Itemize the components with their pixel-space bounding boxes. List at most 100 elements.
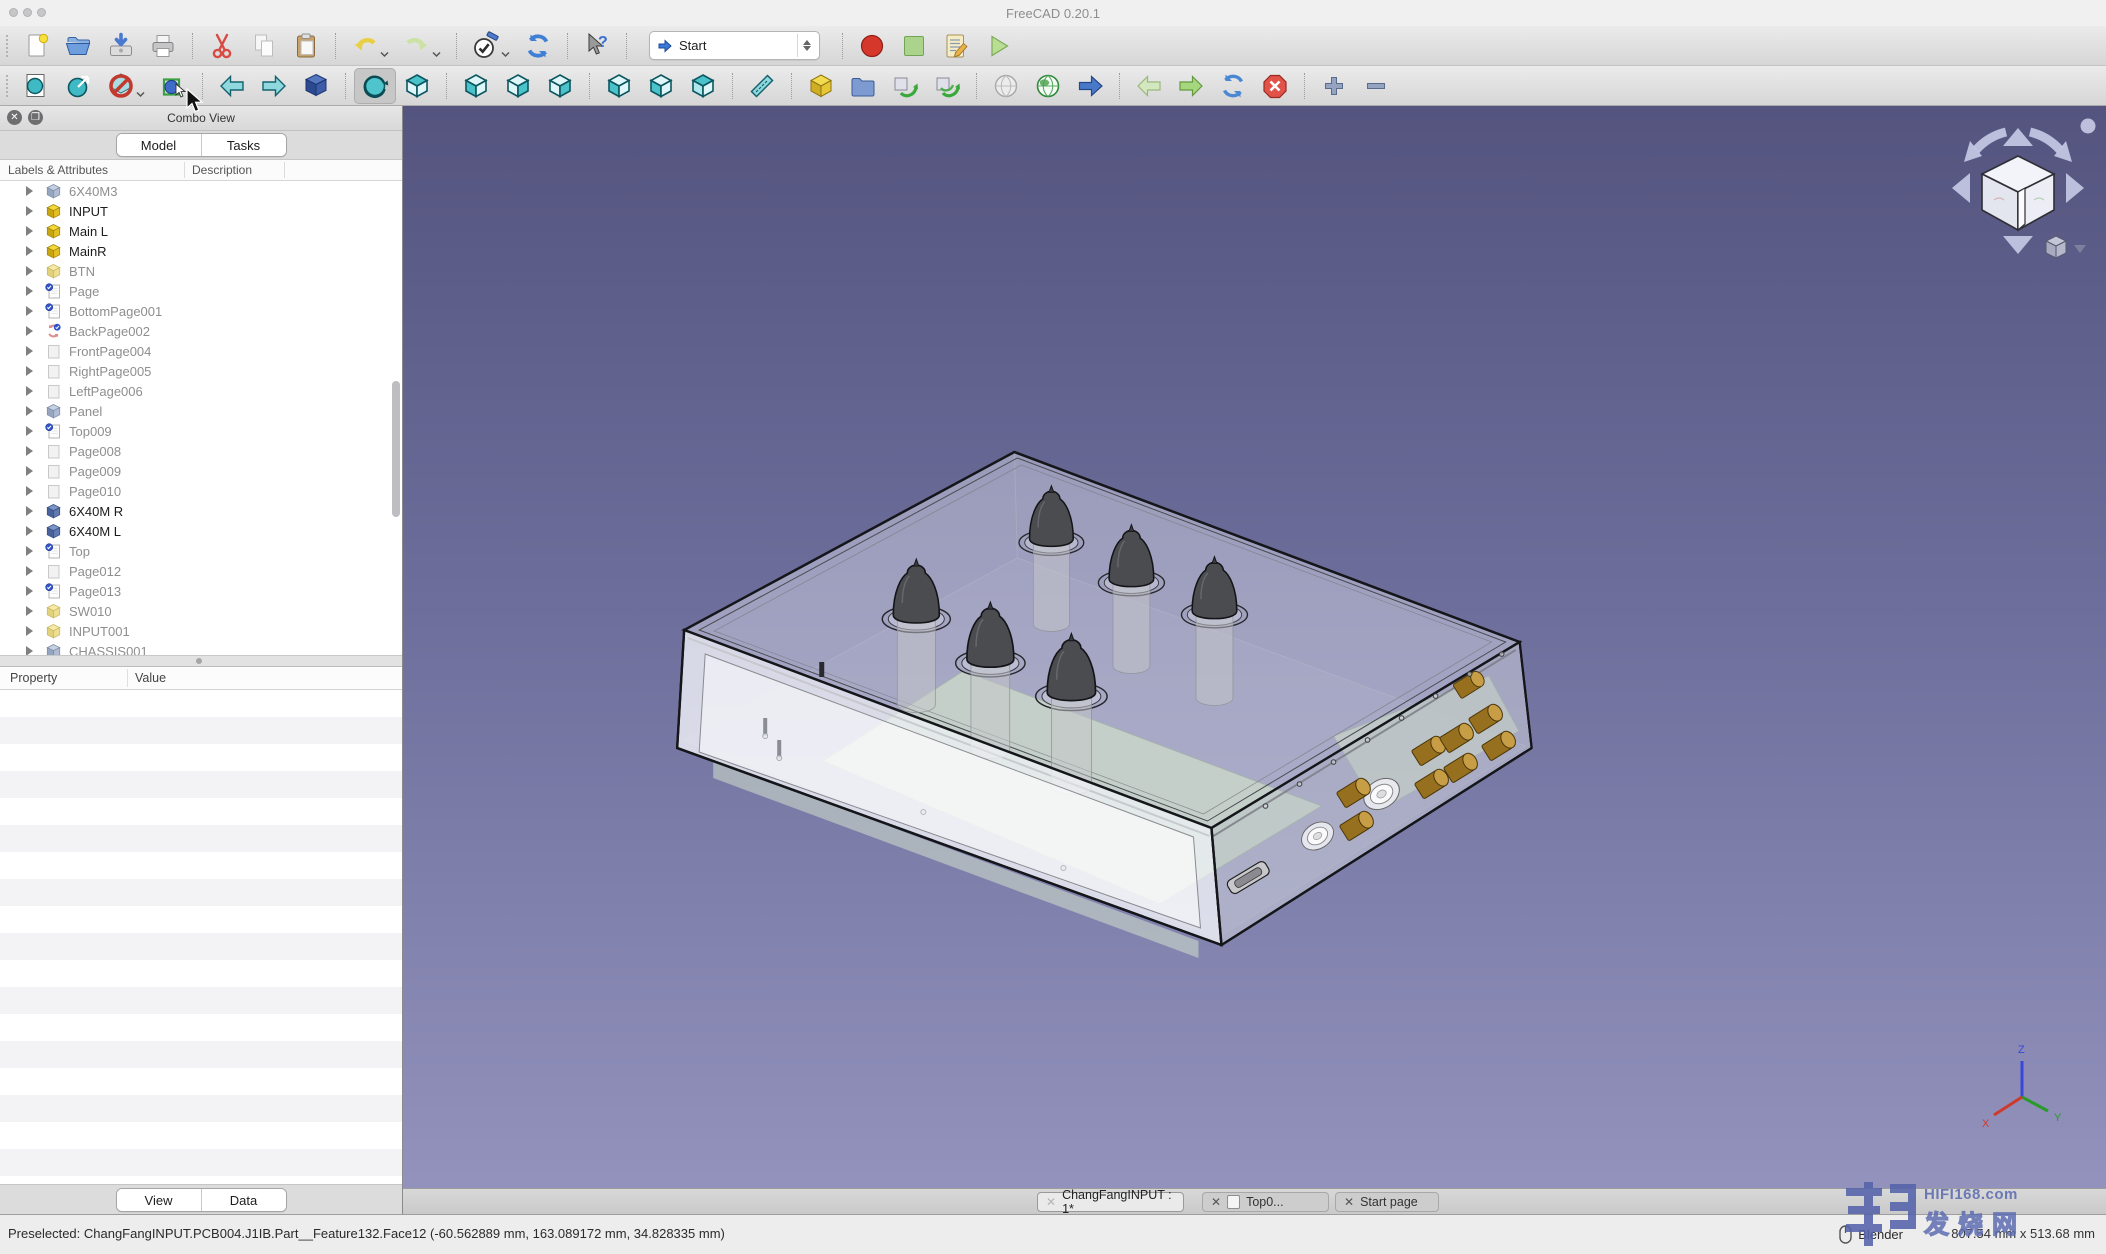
expand-arrow-icon[interactable]	[26, 606, 38, 616]
tab-model[interactable]: Model	[117, 134, 201, 156]
group-folder-icon[interactable]	[842, 68, 884, 104]
expand-arrow-icon[interactable]	[26, 366, 38, 376]
expand-arrow-icon[interactable]	[26, 206, 38, 216]
expand-arrow-icon[interactable]	[26, 486, 38, 496]
tree-item-btn[interactable]: BTN	[0, 261, 402, 281]
measure-icon[interactable]	[741, 68, 783, 104]
expand-arrow-icon[interactable]	[26, 266, 38, 276]
expand-arrow-icon[interactable]	[26, 446, 38, 456]
cut-icon[interactable]	[201, 28, 243, 64]
tab-tasks[interactable]: Tasks	[201, 134, 286, 156]
tree-item-mainr[interactable]: MainR	[0, 241, 402, 261]
expand-arrow-icon[interactable]	[26, 566, 38, 576]
macro-record-icon[interactable]	[851, 28, 893, 64]
tree-item-input001[interactable]: INPUT001	[0, 621, 402, 641]
undo-icon[interactable]	[344, 28, 386, 64]
expand-arrow-icon[interactable]	[26, 326, 38, 336]
expand-arrow-icon[interactable]	[26, 626, 38, 636]
tree-item-chassis001[interactable]: CHASSIS001	[0, 641, 402, 655]
tree-item-leftpage006[interactable]: LeftPage006	[0, 381, 402, 401]
combo-stepper-icon[interactable]	[797, 34, 815, 57]
tree-item-6x40m-r[interactable]: 6X40M R	[0, 501, 402, 521]
globe-dim-icon[interactable]	[985, 68, 1027, 104]
forward-green-icon[interactable]	[1170, 68, 1212, 104]
tree-item-page012[interactable]: Page012	[0, 561, 402, 581]
view-right-icon[interactable]	[497, 68, 539, 104]
expand-arrow-icon[interactable]	[26, 586, 38, 596]
tree-item-top[interactable]: Top	[0, 541, 402, 561]
fit-all-icon[interactable]	[16, 68, 58, 104]
expand-arrow-icon[interactable]	[26, 526, 38, 536]
validate-icon[interactable]	[465, 28, 507, 64]
macro-play-icon[interactable]	[977, 28, 1019, 64]
redo-icon[interactable]	[396, 28, 438, 64]
view-left-icon[interactable]	[640, 68, 682, 104]
tree-item-sw010[interactable]: SW010	[0, 601, 402, 621]
link-double-icon[interactable]	[926, 68, 968, 104]
tree-scrollbar-thumb[interactable]	[392, 381, 400, 517]
navigation-cube[interactable]	[1938, 114, 2098, 274]
tab-data[interactable]: Data	[201, 1189, 286, 1211]
tab-view[interactable]: View	[117, 1189, 201, 1211]
view-bottom-icon[interactable]	[598, 68, 640, 104]
tree-item-page010[interactable]: Page010	[0, 481, 402, 501]
expand-arrow-icon[interactable]	[26, 546, 38, 556]
tree-item-bottompage001[interactable]: BottomPage001	[0, 301, 402, 321]
tree-item-main-l[interactable]: Main L	[0, 221, 402, 241]
document-tab-2[interactable]: ✕Top0...	[1202, 1192, 1329, 1212]
macro-edit-icon[interactable]	[935, 28, 977, 64]
tree-item-page008[interactable]: Page008	[0, 441, 402, 461]
tree-item-frontpage004[interactable]: FrontPage004	[0, 341, 402, 361]
back-dim-icon[interactable]	[1128, 68, 1170, 104]
copy-icon[interactable]	[243, 28, 285, 64]
whatsthis-icon[interactable]: ?	[576, 28, 618, 64]
paste-icon[interactable]	[285, 28, 327, 64]
tree-item-top009[interactable]: Top009	[0, 421, 402, 441]
refresh-icon[interactable]	[517, 28, 559, 64]
view-rear-icon[interactable]	[539, 68, 581, 104]
expand-arrow-icon[interactable]	[26, 426, 38, 436]
close-tab-icon[interactable]: ✕	[1046, 1196, 1056, 1208]
expand-arrow-icon[interactable]	[26, 226, 38, 236]
part-box-icon[interactable]	[800, 68, 842, 104]
new-document-icon[interactable]	[16, 28, 58, 64]
rotate-view-icon[interactable]	[354, 68, 396, 104]
cube-iso-icon[interactable]	[295, 68, 337, 104]
open-folder-icon[interactable]	[58, 28, 100, 64]
tree-item-page009[interactable]: Page009	[0, 461, 402, 481]
close-tab-icon[interactable]: ✕	[1211, 1196, 1221, 1208]
arrow-blue-icon[interactable]	[1069, 68, 1111, 104]
expand-arrow-icon[interactable]	[26, 646, 38, 655]
expand-arrow-icon[interactable]	[26, 306, 38, 316]
expand-arrow-icon[interactable]	[26, 386, 38, 396]
link-icon[interactable]	[884, 68, 926, 104]
expand-arrow-icon[interactable]	[26, 186, 38, 196]
tree-item-panel[interactable]: Panel	[0, 401, 402, 421]
nav-right-icon[interactable]	[253, 68, 295, 104]
tree-item-backpage002[interactable]: BackPage002	[0, 321, 402, 341]
tree-item-page[interactable]: Page	[0, 281, 402, 301]
tree-item-input[interactable]: INPUT	[0, 201, 402, 221]
stop-load-icon[interactable]	[1254, 68, 1296, 104]
reload-blue-icon[interactable]	[1212, 68, 1254, 104]
zoom-out-icon[interactable]	[1355, 68, 1397, 104]
panel-splitter[interactable]	[0, 655, 402, 667]
document-tab-3[interactable]: ✕Start page	[1335, 1192, 1439, 1212]
expand-arrow-icon[interactable]	[26, 286, 38, 296]
panel-float-icon[interactable]: ❐	[28, 110, 43, 125]
document-tab-1[interactable]: ✕ChangFangINPUT : 1*	[1037, 1192, 1184, 1212]
globe-icon[interactable]	[1027, 68, 1069, 104]
tree-item-6x40m-l[interactable]: 6X40M L	[0, 521, 402, 541]
3d-viewport[interactable]: Z Y X ✕ChangFangINPUT : 1*✕Top0...✕Start…	[403, 106, 2106, 1215]
expand-arrow-icon[interactable]	[26, 246, 38, 256]
panel-close-icon[interactable]: ✕	[7, 110, 22, 125]
macro-stop-icon[interactable]	[893, 28, 935, 64]
tree-item-page013[interactable]: Page013	[0, 581, 402, 601]
nav-mini-cube[interactable]	[2046, 236, 2086, 258]
expand-arrow-icon[interactable]	[26, 466, 38, 476]
toolbar-drag-handle[interactable]	[6, 75, 8, 97]
tree-item-6x40m3[interactable]: 6X40M3	[0, 181, 402, 201]
save-icon[interactable]	[100, 28, 142, 64]
navigation-style[interactable]: Blender	[1839, 1225, 1903, 1244]
view-top-icon[interactable]	[396, 68, 438, 104]
